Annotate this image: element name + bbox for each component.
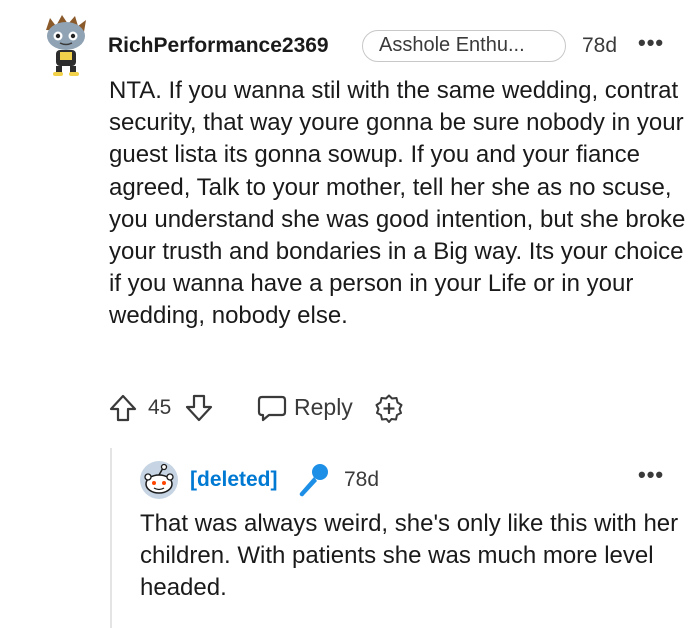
comment-actions: 45 Reply	[108, 389, 428, 425]
microphone-icon	[296, 462, 330, 498]
comment-body: NTA. If you wanna stil with the same wed…	[109, 75, 689, 333]
comment-author[interactable]: RichPerformance2369	[108, 34, 329, 58]
avatar-deleted	[139, 460, 179, 500]
more-options-icon[interactable]: •••	[638, 30, 664, 56]
reply-button[interactable]: Reply	[294, 394, 353, 421]
avatar[interactable]	[38, 12, 94, 78]
reply-body: That was always weird, she's only like t…	[140, 508, 680, 604]
more-options-icon[interactable]: •••	[638, 462, 664, 488]
reply-text: That was always weird, she's only like t…	[140, 510, 679, 601]
reply-author[interactable]: [deleted]	[190, 468, 278, 492]
reply-timestamp[interactable]: 78d	[344, 468, 379, 492]
award-plus-icon[interactable]	[374, 393, 404, 423]
user-flair: Asshole Enthu...	[362, 30, 566, 62]
upvote-arrow-icon[interactable]	[108, 393, 138, 423]
avatar-snoo-icon	[46, 15, 86, 76]
thread-line[interactable]	[110, 448, 112, 628]
comment-text: NTA. If you wanna stil with the same wed…	[109, 77, 686, 330]
speech-bubble-icon[interactable]	[256, 393, 288, 423]
downvote-arrow-icon[interactable]	[184, 393, 214, 423]
vote-score: 45	[148, 396, 172, 419]
comment-timestamp[interactable]: 78d	[582, 34, 617, 58]
snoo-default-icon	[140, 461, 178, 499]
